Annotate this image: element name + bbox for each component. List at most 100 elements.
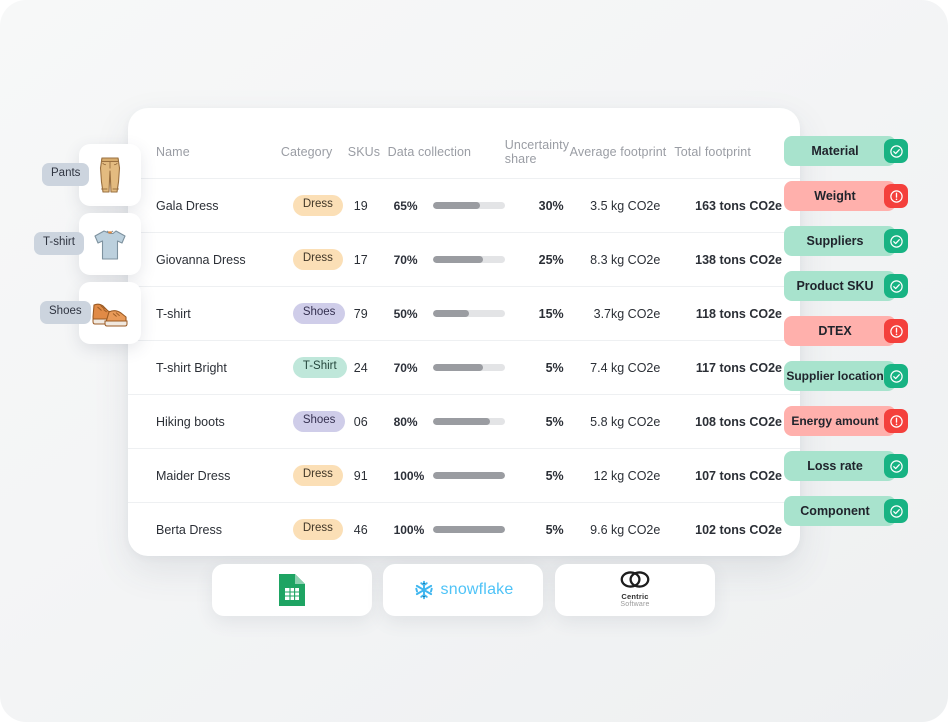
table-header: Name Category SKUs Data collection Uncer…	[128, 108, 800, 179]
app-canvas: Name Category SKUs Data collection Uncer…	[0, 0, 948, 722]
attribute-badge-label: Weight	[814, 189, 856, 203]
google-sheets-icon	[279, 574, 305, 606]
column-header-skus[interactable]: SKUs	[348, 108, 388, 179]
cell-name: Gala Dress	[128, 178, 281, 233]
cell-uncertainty-share: 30%	[504, 178, 570, 233]
integration-card-google-sheets[interactable]	[212, 564, 372, 616]
data-collection-progress-bar	[432, 418, 505, 425]
cell-uncertainty-share: 5%	[504, 502, 570, 556]
check-circle-icon[interactable]	[884, 274, 908, 298]
attribute-badge-label: Component	[800, 504, 870, 518]
cell-total-footprint: 117 tons CO2e	[674, 340, 800, 395]
cell-data-collection: 65%	[387, 178, 505, 233]
check-circle-icon[interactable]	[884, 229, 908, 253]
table-row[interactable]: T-shirt Shoes 79 50% 15% 3.7kg CO2e 118 tons C…	[128, 286, 800, 341]
product-label-pants: Pants	[42, 163, 90, 186]
cell-data-collection: 50%	[387, 286, 505, 341]
column-header-data-collection[interactable]: Data collection	[388, 108, 505, 179]
table-row[interactable]: Hiking boots Shoes 06 80% 5% 5.8 kg CO2e 108 t…	[128, 394, 800, 449]
cell-name: T-shirt	[128, 286, 281, 341]
data-collection-progress-fill	[432, 310, 469, 317]
attribute-badge-label: Material	[811, 144, 859, 158]
table-body: Gala Dress Dress 19 65% 30% 3.5 kg CO2e 163 to…	[128, 178, 800, 556]
attribute-badge-supplier-location[interactable]: Supplier location	[784, 361, 908, 391]
category-pill: Shoes	[292, 411, 346, 432]
table-row[interactable]: Maider Dress Dress 91 100% 5% 12 kg CO2e 107 t…	[128, 448, 800, 503]
data-collection-percent: 100%	[393, 522, 425, 537]
data-collection-percent: 100%	[393, 468, 425, 483]
cell-category: Dress	[280, 178, 348, 233]
attribute-badge-component[interactable]: Component	[784, 496, 908, 526]
cell-data-collection: 80%	[387, 394, 505, 449]
pants-image	[99, 157, 121, 193]
data-collection-progress-fill	[432, 526, 505, 533]
attribute-badge-energy-amount[interactable]: Energy amount	[784, 406, 908, 436]
cell-skus: 79	[347, 286, 388, 341]
data-collection-progress-fill	[432, 256, 484, 263]
cell-uncertainty-share: 5%	[504, 340, 570, 395]
check-circle-icon[interactable]	[884, 454, 908, 478]
alert-circle-icon[interactable]	[884, 409, 908, 433]
data-collection-percent: 70%	[393, 252, 418, 267]
column-header-category[interactable]: Category	[281, 108, 348, 179]
cell-category: Shoes	[280, 286, 348, 341]
attribute-badge-dtex[interactable]: DTEX	[784, 316, 908, 346]
cell-skus: 17	[347, 232, 388, 287]
attribute-badge-label: Product SKU	[796, 279, 874, 293]
cell-category: Dress	[280, 232, 348, 287]
attribute-badge-product-sku[interactable]: Product SKU	[784, 271, 908, 301]
cell-name: Maider Dress	[128, 448, 281, 503]
column-header-uncertainty-share[interactable]: Uncertainty share	[505, 108, 570, 179]
cell-uncertainty-share: 5%	[504, 448, 570, 503]
cell-total-footprint: 107 tons CO2e	[674, 448, 800, 503]
cell-category: Dress	[280, 502, 348, 556]
category-pill: Dress	[292, 465, 343, 486]
data-collection-percent: 65%	[393, 198, 418, 213]
tshirt-image	[94, 230, 126, 260]
product-label-shoes: Shoes	[40, 301, 91, 324]
cell-total-footprint: 138 tons CO2e	[674, 232, 800, 287]
cell-uncertainty-share: 15%	[504, 286, 570, 341]
attribute-badge-label: Suppliers	[806, 234, 864, 248]
table-row[interactable]: T-shirt Bright T-Shirt 24 70% 5% 7.4 kg CO2e 1…	[128, 340, 800, 395]
attribute-badge-loss-rate[interactable]: Loss rate	[784, 451, 908, 481]
cell-skus: 24	[347, 340, 388, 395]
data-collection-progress-bar	[432, 256, 505, 263]
data-collection-progress-bar	[432, 310, 505, 317]
cell-average-footprint: 3.5 kg CO2e	[569, 178, 675, 233]
product-card-tshirt[interactable]	[79, 213, 141, 275]
snowflake-wordmark: snowflake	[440, 581, 514, 598]
cell-category: Dress	[280, 448, 348, 503]
data-collection-progress-fill	[432, 472, 505, 479]
cell-uncertainty-share: 5%	[504, 394, 570, 449]
category-pill: Dress	[292, 519, 343, 540]
table-row[interactable]: Berta Dress Dress 46 100% 5% 9.6 kg CO2e 102 t…	[128, 502, 800, 556]
attribute-badge-weight[interactable]: Weight	[784, 181, 908, 211]
table-row[interactable]: Giovanna Dress Dress 17 70% 25% 8.3 kg CO2e 13…	[128, 232, 800, 287]
attribute-badge-label: DTEX	[818, 324, 852, 338]
column-header-total-footprint[interactable]: Total footprint	[674, 108, 800, 179]
cell-data-collection: 100%	[387, 448, 505, 503]
table-row[interactable]: Gala Dress Dress 19 65% 30% 3.5 kg CO2e 163 to…	[128, 178, 800, 233]
shoes-image	[92, 303, 128, 327]
data-collection-progress-fill	[432, 202, 480, 209]
column-header-name[interactable]: Name	[128, 108, 281, 179]
attribute-badge-suppliers[interactable]: Suppliers	[784, 226, 908, 256]
data-collection-progress-bar	[432, 202, 505, 209]
check-circle-icon[interactable]	[884, 139, 908, 163]
cell-name: T-shirt Bright	[128, 340, 281, 395]
centric-icon	[620, 571, 650, 589]
integration-card-snowflake[interactable]: snowflake	[383, 564, 543, 616]
data-collection-progress-bar	[432, 364, 505, 371]
cell-name: Berta Dress	[128, 502, 281, 556]
alert-circle-icon[interactable]	[884, 184, 908, 208]
attribute-badge-material[interactable]: Material	[784, 136, 908, 166]
alert-circle-icon[interactable]	[884, 319, 908, 343]
cell-name: Giovanna Dress	[128, 232, 281, 287]
cell-data-collection: 70%	[387, 232, 505, 287]
integration-card-centric-software[interactable]: Centric Software	[555, 564, 715, 616]
cell-name: Hiking boots	[128, 394, 281, 449]
check-circle-icon[interactable]	[884, 364, 908, 388]
check-circle-icon[interactable]	[884, 499, 908, 523]
column-header-average-footprint[interactable]: Average footprint	[570, 108, 675, 179]
